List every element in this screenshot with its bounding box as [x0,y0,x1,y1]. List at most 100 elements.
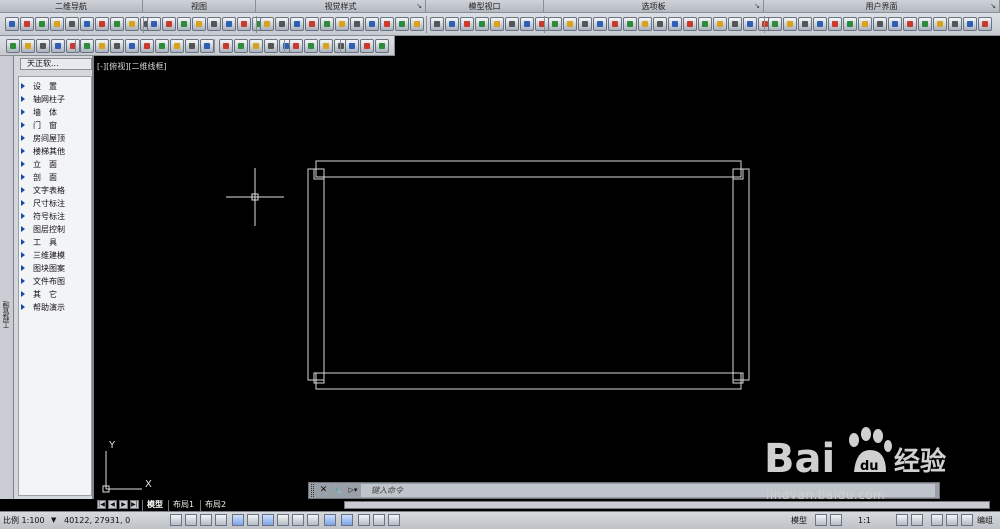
panel-title-palettes[interactable]: 选项板 ↘ [544,0,764,13]
toolbar-tool-icon[interactable] [6,39,20,53]
toolbar-tool-icon[interactable] [80,39,94,53]
status-toggle-icon[interactable] [815,514,827,526]
sidebar-menu-item[interactable]: 文件布图 [21,276,91,288]
toolbar-tool-icon[interactable] [430,17,444,31]
panel-expand-icon[interactable]: ↘ [416,0,422,13]
toolbar-tool-icon[interactable] [51,39,65,53]
toolbar-tool-icon[interactable] [192,17,206,31]
toolbar-tool-icon[interactable] [95,39,109,53]
toolbar-tool-icon[interactable] [445,17,459,31]
toolbar-tool-icon[interactable] [768,17,782,31]
toolbar-tool-icon[interactable] [783,17,797,31]
drawing-canvas[interactable]: [-][俯视][二维线框] Y X ✕ 🔧 ▷▾ 键入命令 Bai du 经验 … [94,56,1000,502]
sidebar-menu-item[interactable]: 三维建模 [21,250,91,262]
status-toggle-icon[interactable] [324,514,336,526]
status-toggle-icon[interactable] [277,514,289,526]
scale-selector[interactable]: 比例 1:100 [3,515,45,526]
bottom-wall[interactable] [315,372,742,390]
status-toggle-icon[interactable] [911,514,923,526]
toolbar-tool-icon[interactable] [395,17,409,31]
toolbar-tool-icon[interactable] [360,39,374,53]
tab-layout2[interactable]: 布局2 [200,500,230,511]
toolbar-tool-icon[interactable] [5,17,19,31]
toolbar-tool-icon[interactable] [66,39,80,53]
close-icon[interactable]: ✕ [317,484,330,497]
coordinate-readout[interactable]: 40122, 27931, 0 [64,515,130,526]
toolbar-tool-icon[interactable] [858,17,872,31]
toolbar-tool-icon[interactable] [36,39,50,53]
status-toggle-icon[interactable] [931,514,943,526]
horizontal-scrollbar[interactable] [344,501,990,509]
toolbar-tool-icon[interactable] [65,17,79,31]
toolbar-tool-icon[interactable] [505,17,519,31]
panel-expand-icon[interactable]: ↘ [990,0,996,13]
status-toggle-icon[interactable] [200,514,212,526]
toolbar-tool-icon[interactable] [305,17,319,31]
toolbar-tool-icon[interactable] [520,17,534,31]
toolbar-tool-icon[interactable] [593,17,607,31]
toolbar-tool-icon[interactable] [320,17,334,31]
sidebar-menu-item[interactable]: 轴网柱子 [21,94,91,106]
toolbar-tool-icon[interactable] [170,39,184,53]
toolbar-tool-icon[interactable] [623,17,637,31]
sidebar-menu-item[interactable]: 房间屋顶 [21,133,91,145]
toolbar-tool-icon[interactable] [578,17,592,31]
toolbar-tool-icon[interactable] [234,39,248,53]
next-tab-icon[interactable]: ▶ [119,500,128,509]
toolbar-tool-icon[interactable] [653,17,667,31]
toolbar-tool-icon[interactable] [743,17,757,31]
workspace-label[interactable]: 编组 [977,515,993,526]
toolbar-tool-icon[interactable] [177,17,191,31]
status-toggle-icon[interactable] [170,514,182,526]
toolbar-tool-icon[interactable] [185,39,199,53]
toolbar-tool-icon[interactable] [162,17,176,31]
toolbar-tool-icon[interactable] [948,17,962,31]
panel-title-view[interactable]: 视图 [143,0,256,13]
status-toggle-icon[interactable] [341,514,353,526]
status-toggle-icon[interactable] [896,514,908,526]
sidebar-title[interactable]: 天正软... [20,58,92,70]
status-toggle-icon[interactable] [373,514,385,526]
toolbar-tool-icon[interactable] [50,17,64,31]
toolbar-tool-icon[interactable] [410,17,424,31]
toolbar-tool-icon[interactable] [563,17,577,31]
status-toggle-icon[interactable] [185,514,197,526]
tab-layout1[interactable]: 布局1 [168,500,198,511]
first-tab-icon[interactable]: |◀ [97,500,106,509]
sidebar-menu-item[interactable]: 图块图案 [21,263,91,275]
toolbar-tool-icon[interactable] [978,17,992,31]
toolbar-tool-icon[interactable] [289,39,303,53]
toolbar-tool-icon[interactable] [80,17,94,31]
toolbar-tool-icon[interactable] [350,17,364,31]
toolbar-tool-icon[interactable] [813,17,827,31]
toolbar-tool-icon[interactable] [110,39,124,53]
toolbar-tool-icon[interactable] [125,39,139,53]
tab-model[interactable]: 模型 [142,500,167,511]
status-toggle-icon[interactable] [961,514,973,526]
top-wall[interactable] [315,160,742,178]
toolbar-tool-icon[interactable] [275,17,289,31]
toolbar-tool-icon[interactable] [728,17,742,31]
sidebar-menu-item[interactable]: 工 具 [21,237,91,249]
toolbar-tool-icon[interactable] [237,17,251,31]
status-toggle-icon[interactable] [232,514,244,526]
sidebar-menu-item[interactable]: 立 面 [21,159,91,171]
toolbar-tool-icon[interactable] [548,17,562,31]
project-manager-strip[interactable]: 工程管理 [0,56,14,499]
wrench-icon[interactable]: 🔧 [331,484,344,497]
wall-outline[interactable] [307,160,750,390]
panel-title-nav2d[interactable]: 二维导航 [0,0,143,13]
toolbar-tool-icon[interactable] [335,17,349,31]
panel-expand-icon[interactable]: ↘ [754,0,760,13]
toolbar-tool-icon[interactable] [219,39,233,53]
toolbar-tool-icon[interactable] [125,17,139,31]
toolbar-tool-icon[interactable] [918,17,932,31]
toolbar-tool-icon[interactable] [608,17,622,31]
status-toggle-icon[interactable] [215,514,227,526]
toolbar-tool-icon[interactable] [843,17,857,31]
sidebar-menu-item[interactable]: 设 置 [21,81,91,93]
toolbar-tool-icon[interactable] [903,17,917,31]
toolbar-tool-icon[interactable] [798,17,812,31]
sidebar-menu-item[interactable]: 墙 体 [21,107,91,119]
sidebar-menu-item[interactable]: 符号标注 [21,211,91,223]
